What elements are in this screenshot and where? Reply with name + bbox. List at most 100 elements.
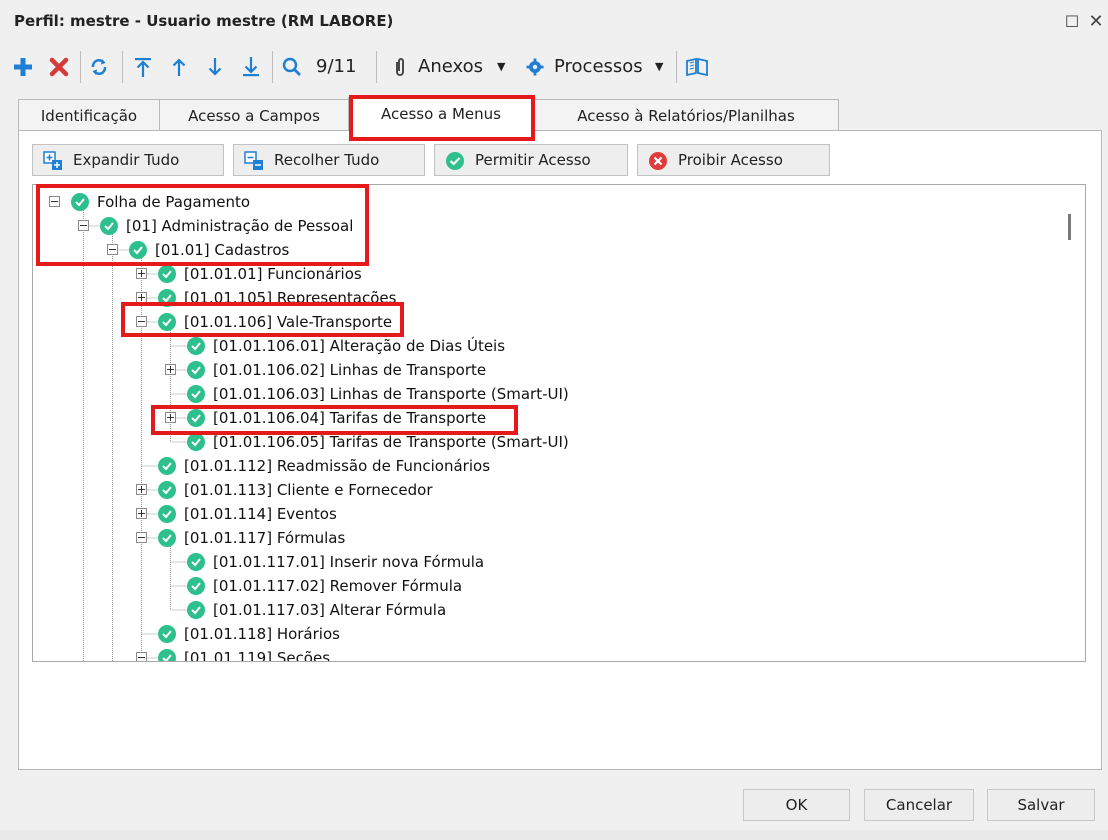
tree-node-label: [01.01.112] Readmissão de Funcionários [184, 457, 491, 475]
deny-access-button[interactable]: Proibir Acesso [637, 144, 830, 176]
tree-node-label: [01.01.105] Representações [184, 289, 397, 307]
help-book-button[interactable] [684, 53, 710, 81]
processes-button[interactable]: Processos [524, 53, 643, 81]
tab-identificacao[interactable]: Identificação [18, 99, 160, 131]
tree-node-label: [01.01.118] Horários [184, 625, 340, 643]
access-granted-icon[interactable] [158, 289, 176, 307]
access-granted-icon[interactable] [158, 505, 176, 523]
access-granted-icon[interactable] [158, 649, 176, 661]
access-granted-icon[interactable] [100, 217, 118, 235]
access-granted-icon[interactable] [187, 409, 205, 427]
tree-node-label: [01.01.106.01] Alteração de Dias Úteis [213, 337, 506, 355]
tree-node-label: [01.01.106] Vale-Transporte [184, 313, 393, 331]
expand-node-icon[interactable] [136, 508, 147, 519]
access-granted-icon[interactable] [158, 625, 176, 643]
add-button[interactable] [12, 53, 34, 81]
plus-icon [14, 58, 32, 76]
up-arrow-icon [172, 58, 186, 76]
expand-node-icon[interactable] [165, 412, 176, 423]
refresh-icon [91, 59, 107, 75]
collapse-node-icon[interactable] [136, 316, 147, 327]
expand-all-button[interactable]: Expandir Tudo [32, 144, 224, 176]
check-circle-icon [446, 152, 464, 170]
processes-dropdown-icon[interactable]: ▼ [655, 53, 663, 81]
access-granted-icon[interactable] [187, 361, 205, 379]
access-granted-icon[interactable] [158, 457, 176, 475]
window-titlebar: Perfil: mestre - Usuario mestre (RM LABO… [0, 0, 1108, 42]
last-arrow-icon [243, 57, 259, 77]
access-granted-icon[interactable] [158, 265, 176, 283]
book-icon [686, 57, 708, 77]
expand-node-icon[interactable] [136, 292, 147, 303]
collapse-node-icon[interactable] [49, 196, 60, 207]
deny-circle-icon [649, 152, 667, 170]
tree-node-label: [01.01.114] Eventos [184, 505, 337, 523]
gear-icon [526, 58, 544, 76]
access-granted-icon[interactable] [187, 553, 205, 571]
cancel-button[interactable]: Cancelar [864, 789, 974, 821]
maximize-icon[interactable]: ☐ [1062, 12, 1082, 32]
ok-button[interactable]: OK [743, 789, 850, 821]
collapse-node-icon[interactable] [136, 532, 147, 543]
toolbar: 9/11 Anexos ▼ Processos ▼ [0, 43, 1108, 91]
collapse-all-label: Recolher Tudo [274, 151, 380, 169]
tree-node-label: [01.01.117.03] Alterar Fórmula [213, 601, 447, 619]
attachments-dropdown-icon[interactable]: ▼ [497, 53, 505, 81]
save-button[interactable]: Salvar [987, 789, 1095, 821]
tree-node-label: [01.01] Cadastros [155, 241, 290, 259]
expand-node-icon[interactable] [136, 268, 147, 279]
expand-node-icon[interactable] [136, 484, 147, 495]
collapse-node-icon[interactable] [136, 652, 147, 661]
tree-node-label: [01.01.117.02] Remover Fórmula [213, 577, 463, 595]
next-record-button[interactable] [204, 53, 226, 81]
attachments-label: Anexos [418, 56, 483, 77]
tab-acesso-relatorios[interactable]: Acesso à Relatórios/Planilhas [533, 99, 839, 131]
refresh-button[interactable] [88, 53, 110, 81]
tree-node-label: [01.01.106.05] Tarifas de Transporte (Sm… [213, 433, 569, 451]
tree-node-label: [01.01.106.04] Tarifas de Transporte [213, 409, 487, 427]
tree-scrollbar-thumb[interactable] [1068, 214, 1071, 240]
expand-node-icon[interactable] [165, 364, 176, 375]
access-granted-icon[interactable] [158, 313, 176, 331]
first-record-button[interactable] [132, 53, 154, 81]
tree-node-label: [01.01.119] Seções [184, 649, 331, 662]
access-granted-icon[interactable] [129, 241, 147, 259]
tree-node-label: [01.01.117] Fórmulas [184, 529, 346, 547]
tab-acesso-campos[interactable]: Acesso a Campos [159, 99, 349, 131]
tree-node-label: [01] Administração de Pessoal [126, 217, 354, 235]
access-granted-icon[interactable] [187, 433, 205, 451]
allow-access-label: Permitir Acesso [475, 151, 591, 169]
access-granted-icon[interactable] [187, 337, 205, 355]
collapse-node-icon[interactable] [78, 220, 89, 231]
collapse-all-button[interactable]: Recolher Tudo [233, 144, 425, 176]
attachments-button[interactable]: Anexos [392, 53, 483, 81]
access-granted-icon[interactable] [187, 385, 205, 403]
previous-record-button[interactable] [168, 53, 190, 81]
menu-tree[interactable]: Folha de Pagamento [01] Administração de … [32, 184, 1086, 662]
delete-button[interactable] [48, 53, 70, 81]
delete-icon [49, 57, 69, 77]
tree-node-label: [01.01.01] Funcionários [184, 265, 362, 283]
close-icon[interactable]: ✕ [1086, 12, 1106, 32]
allow-access-button[interactable]: Permitir Acesso [434, 144, 628, 176]
collapse-node-icon[interactable] [107, 244, 118, 255]
access-granted-icon[interactable] [158, 529, 176, 547]
down-arrow-icon [208, 58, 222, 76]
last-record-button[interactable] [240, 53, 262, 81]
tree-node-label: [01.01.113] Cliente e Fornecedor [184, 481, 433, 499]
window-bottom-strip [0, 830, 1108, 840]
access-granted-icon[interactable] [71, 193, 89, 211]
tree-node-label: Folha de Pagamento [97, 193, 251, 211]
access-granted-icon[interactable] [187, 577, 205, 595]
access-granted-icon[interactable] [187, 601, 205, 619]
collapse-tree-icon [244, 151, 263, 170]
first-arrow-icon [135, 58, 151, 77]
tree-node-label: [01.01.117.01] Inserir nova Fórmula [213, 553, 485, 571]
search-button[interactable] [281, 53, 303, 81]
tab-acesso-menus[interactable]: Acesso a Menus [348, 97, 534, 131]
tree-node-label: [01.01.106.02] Linhas de Transporte [213, 361, 487, 379]
access-granted-icon[interactable] [158, 481, 176, 499]
record-position: 9/11 [316, 56, 357, 77]
paperclip-icon [396, 58, 404, 76]
deny-access-label: Proibir Acesso [678, 151, 783, 169]
